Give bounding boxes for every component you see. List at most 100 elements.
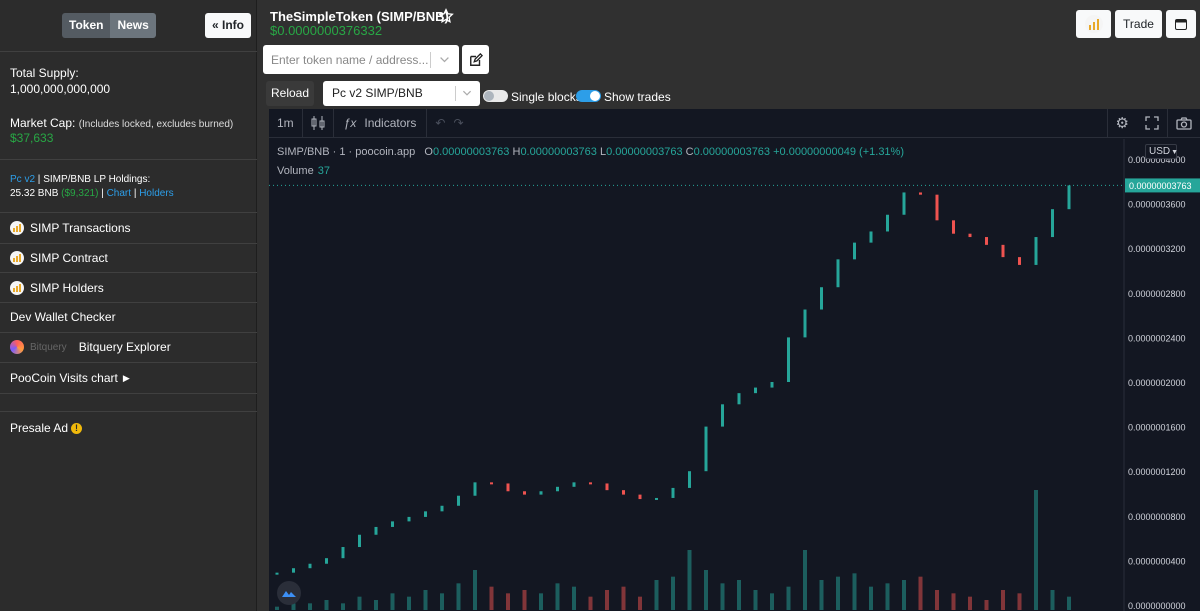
- pair-select-value: Pc v2 SIMP/BNB: [332, 86, 423, 100]
- poocoin-logo-icon: [10, 221, 24, 235]
- legend-symbol: SIMP/BNB: [277, 146, 330, 158]
- candle: [523, 491, 526, 495]
- candle: [919, 192, 922, 195]
- presale-ad-label: Presale Ad: [10, 421, 69, 435]
- tradingview-logo-icon[interactable]: [277, 581, 301, 605]
- candle: [737, 393, 741, 405]
- candle: [754, 387, 757, 394]
- volume-bar: [357, 596, 362, 610]
- presale-ad[interactable]: Presale Ad!: [10, 421, 83, 435]
- caret-down-icon: ▼: [1171, 149, 1179, 156]
- sidebar-item-simp-contract[interactable]: SIMP Contract: [0, 243, 257, 273]
- volume-bar: [555, 583, 560, 610]
- currency-select[interactable]: USD▼: [1145, 144, 1179, 159]
- total-supply-label: Total Supply:: [10, 66, 79, 80]
- volume-bar: [588, 596, 593, 610]
- fullscreen-button[interactable]: [1137, 109, 1167, 138]
- candle: [589, 482, 592, 485]
- info-button[interactable]: « Info: [205, 13, 251, 38]
- lp-holdings-header: Pc v2 | SIMP/BNB LP Holdings:: [10, 174, 151, 185]
- lp-chart-link[interactable]: Chart: [107, 188, 131, 199]
- volume-bar: [605, 590, 609, 610]
- candle: [902, 192, 906, 215]
- legend-high: 0.00000003763: [520, 146, 597, 158]
- single-blocks-toggle[interactable]: [483, 90, 508, 102]
- bitquery-logo-icon: [10, 340, 24, 354]
- candle: [539, 491, 543, 495]
- y-tick-label: 0.0000002000: [1128, 378, 1186, 388]
- volume-bar: [407, 596, 411, 610]
- settings-button[interactable]: ⚙: [1106, 108, 1137, 138]
- candle: [1051, 209, 1054, 238]
- candle: [341, 547, 345, 559]
- sidebar-item-visits-chart[interactable]: PooCoin Visits chart ▶: [0, 363, 257, 393]
- sidebar-item-simp-transactions[interactable]: SIMP Transactions: [0, 213, 257, 243]
- volume-bar: [687, 550, 692, 610]
- y-tick-label: 0.0000001200: [1128, 467, 1186, 477]
- show-trades-toggle[interactable]: [576, 90, 601, 102]
- chart-legend: SIMP/BNB · 1 · poocoin.app O0.0000000376…: [277, 146, 904, 158]
- volume-bar: [1017, 593, 1022, 610]
- last-price-label: 0.00000003763: [1129, 181, 1192, 191]
- search-input[interactable]: [263, 45, 428, 74]
- bitquery-wordmark: Bitquery: [30, 341, 67, 353]
- volume-bar: [374, 600, 378, 610]
- chart-plot[interactable]: 0.0000000000 0.0000000400 0.0000000800 0.00…: [269, 139, 1200, 611]
- y-tick-label: 0.0000003600: [1128, 200, 1186, 210]
- pair-select[interactable]: Pc v2 SIMP/BNB: [323, 81, 480, 106]
- reload-button[interactable]: Reload: [266, 81, 314, 106]
- candle: [803, 309, 807, 338]
- candle: [704, 426, 708, 472]
- trade-button[interactable]: Trade: [1115, 10, 1162, 38]
- candle: [1001, 244, 1005, 258]
- volume-bar: [918, 576, 923, 610]
- lp-holders-link[interactable]: Holders: [139, 188, 173, 199]
- tab-news[interactable]: News: [110, 13, 156, 38]
- chart-style-button[interactable]: [303, 108, 334, 138]
- volume-bar: [341, 603, 345, 610]
- star-icon[interactable]: [438, 8, 454, 24]
- candle: [424, 511, 427, 517]
- sidebar-item-simp-holders[interactable]: SIMP Holders: [0, 273, 257, 303]
- gear-icon: ⚙: [1115, 115, 1129, 132]
- single-blocks-label: Single blocks: [511, 90, 582, 104]
- candle: [985, 237, 988, 245]
- edit-button[interactable]: [462, 45, 489, 74]
- redo-button[interactable]: ↷: [453, 109, 471, 138]
- volume-bar: [968, 596, 972, 610]
- wallet-button[interactable]: [1166, 10, 1196, 38]
- candle: [770, 382, 774, 388]
- candle: [440, 505, 444, 512]
- interval-button[interactable]: 1m: [269, 108, 303, 138]
- sidebar-item-bitquery-explorer[interactable]: Bitquery Bitquery Explorer: [0, 332, 257, 362]
- candle: [506, 483, 510, 492]
- volume-bar: [951, 593, 956, 610]
- candle: [490, 482, 493, 485]
- caret-right-icon: ▶: [122, 372, 130, 383]
- candle: [407, 516, 411, 522]
- volume-bar: [489, 586, 494, 610]
- volume-bar: [522, 590, 527, 610]
- indicators-button[interactable]: ƒx Indicators: [334, 108, 428, 138]
- poocoin-button[interactable]: [1076, 10, 1111, 38]
- fx-icon: ƒx: [343, 116, 357, 130]
- candle: [886, 214, 889, 232]
- undo-button[interactable]: ↶: [427, 109, 453, 138]
- volume-bar: [984, 600, 989, 610]
- volume-bar: [720, 583, 725, 610]
- candle: [308, 563, 312, 569]
- y-tick-label: 0.0000000400: [1128, 556, 1186, 566]
- lp-version-link[interactable]: Pc v2: [10, 174, 35, 185]
- token-title: TheSimpleToken (SIMP/BNB): [270, 9, 449, 24]
- volume-bar: [1067, 596, 1071, 610]
- candle: [1034, 237, 1038, 265]
- price-chart[interactable]: 1m ƒx Indicators ↶ ↷ ⚙ 0.0000000000 0.000…: [269, 108, 1200, 611]
- volume-bar: [737, 580, 741, 610]
- token-search: [263, 45, 459, 74]
- sidebar-item-dev-wallet-checker[interactable]: Dev Wallet Checker: [0, 302, 257, 332]
- screenshot-button[interactable]: [1167, 108, 1200, 138]
- volume-bar: [1050, 590, 1055, 610]
- chevron-down-icon[interactable]: [438, 53, 451, 66]
- tab-token[interactable]: Token: [62, 13, 111, 38]
- lp-holdings-label: SIMP/BNB LP Holdings:: [43, 174, 151, 185]
